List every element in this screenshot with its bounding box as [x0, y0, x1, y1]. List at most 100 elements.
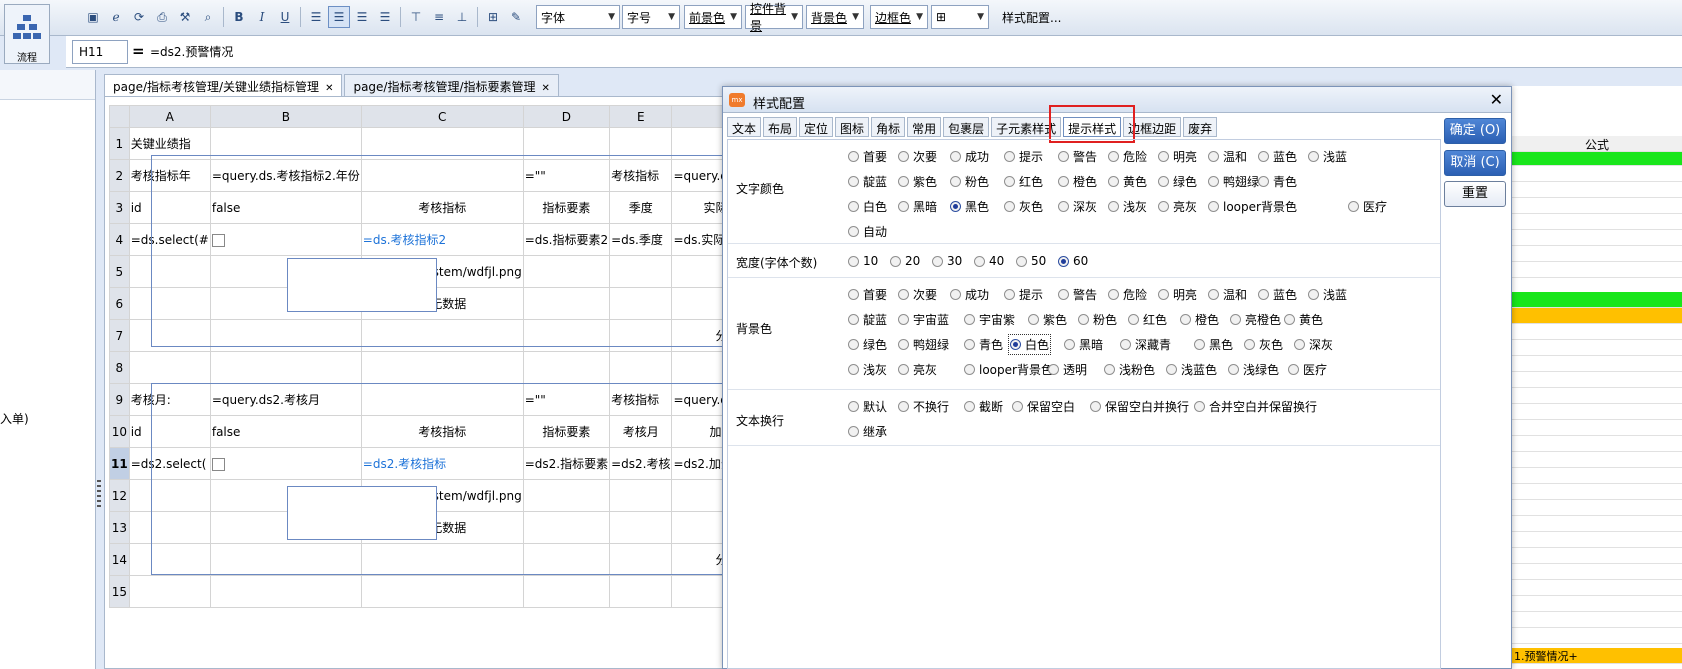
radio-option[interactable]: 白色: [848, 198, 887, 215]
sheet-cell[interactable]: [360, 351, 524, 384]
radio-button[interactable]: [1058, 201, 1069, 212]
radio-option[interactable]: 粉色: [1078, 311, 1117, 328]
radio-option[interactable]: 合并空白并保留换行: [1194, 398, 1317, 415]
radio-option[interactable]: 自动: [848, 223, 887, 240]
radio-option[interactable]: 透明: [1048, 361, 1087, 378]
valign-middle-icon[interactable]: ≡: [428, 6, 450, 28]
radio-option[interactable]: 鸭翅绿: [898, 336, 949, 353]
sheet-cell[interactable]: 考核月:: [128, 383, 211, 416]
radio-button[interactable]: [898, 401, 909, 412]
row-header[interactable]: 7: [109, 319, 130, 352]
radio-option[interactable]: 浅绿色: [1228, 361, 1279, 378]
bold-icon[interactable]: B: [228, 6, 250, 28]
sheet-cell[interactable]: [360, 319, 524, 352]
radio-option[interactable]: 亮橙色: [1230, 311, 1281, 328]
radio-option[interactable]: 靛蓝: [848, 173, 887, 190]
radio-option[interactable]: 浅蓝: [1308, 148, 1347, 165]
sheet-cell[interactable]: id: [128, 191, 211, 224]
radio-option[interactable]: 保留空白: [1012, 398, 1075, 415]
sheet-cell[interactable]: [522, 543, 611, 576]
radio-option[interactable]: 宇宙蓝: [898, 311, 949, 328]
radio-button[interactable]: [898, 201, 909, 212]
radio-button[interactable]: [1108, 201, 1119, 212]
sheet-cell[interactable]: [609, 255, 673, 288]
sheet-cell[interactable]: [209, 575, 362, 608]
row-header[interactable]: 1: [109, 127, 130, 160]
close-icon[interactable]: ✕: [325, 83, 333, 94]
radio-option[interactable]: 黄色: [1284, 311, 1323, 328]
radio-option[interactable]: 成功: [950, 148, 989, 165]
radio-button[interactable]: [1108, 289, 1119, 300]
radio-button[interactable]: [848, 289, 859, 300]
radio-button[interactable]: [898, 176, 909, 187]
radio-option[interactable]: 医疗: [1288, 361, 1327, 378]
radio-button[interactable]: [898, 339, 909, 350]
radio-option[interactable]: 浅粉色: [1104, 361, 1155, 378]
dialog-tab[interactable]: 废弃: [1183, 117, 1218, 137]
radio-button[interactable]: [848, 151, 859, 162]
font-select[interactable]: 字体 ▼: [536, 5, 620, 29]
radio-option[interactable]: 温和: [1208, 286, 1247, 303]
sheet-cell[interactable]: =query.ds.考核指标2.年份: [209, 159, 362, 192]
radio-button[interactable]: [1194, 339, 1205, 350]
radio-button[interactable]: [848, 226, 859, 237]
sheet-cell[interactable]: =ds.季度: [609, 223, 673, 256]
radio-button[interactable]: [848, 364, 859, 375]
radio-button[interactable]: [1258, 289, 1269, 300]
sheet-cell[interactable]: [671, 351, 723, 384]
sheet-cell[interactable]: [360, 543, 524, 576]
sheet-cell[interactable]: [209, 127, 362, 160]
sheet-cell[interactable]: [609, 511, 673, 544]
radio-button[interactable]: [1058, 289, 1069, 300]
sheet-cell[interactable]: [128, 543, 211, 576]
radio-option[interactable]: 蓝色: [1258, 286, 1297, 303]
radio-button[interactable]: [1284, 314, 1295, 325]
radio-button[interactable]: [1348, 201, 1359, 212]
radio-button[interactable]: [1166, 364, 1177, 375]
control-bg-select[interactable]: 控件背景 ▼: [745, 2, 803, 33]
sheet-cell[interactable]: [609, 479, 673, 512]
sheet-cell[interactable]: [360, 127, 524, 160]
radio-option[interactable]: 浅灰: [1108, 198, 1147, 215]
radio-option[interactable]: 截断: [964, 398, 1003, 415]
sheet-cell[interactable]: [209, 447, 362, 480]
radio-button[interactable]: [964, 314, 975, 325]
sheet-cell[interactable]: =ds.实际: [671, 223, 723, 256]
sheet-cell[interactable]: [522, 575, 611, 608]
radio-option[interactable]: 60: [1058, 254, 1088, 268]
sheet-cell[interactable]: [128, 255, 211, 288]
sheet-cell[interactable]: [209, 223, 362, 256]
radio-button[interactable]: [848, 255, 859, 267]
radio-button[interactable]: [1058, 176, 1069, 187]
sheet-cell[interactable]: =ds2.指标要素: [522, 447, 611, 480]
radio-option[interactable]: 黑暗: [1064, 336, 1103, 353]
tab-kpi-management[interactable]: page/指标考核管理/关键业绩指标管理 ✕: [104, 74, 343, 96]
checkbox[interactable]: [211, 233, 225, 247]
radio-button[interactable]: [1158, 201, 1169, 212]
radio-option[interactable]: 成功: [950, 286, 989, 303]
radio-option[interactable]: 浅蓝色: [1166, 361, 1217, 378]
radio-option[interactable]: 30: [932, 254, 962, 268]
foreground-color-select[interactable]: 前景色 ▼: [684, 5, 742, 29]
style-config-link[interactable]: 样式配置...: [1002, 9, 1061, 26]
align-left-icon[interactable]: ☰: [305, 6, 327, 28]
sheet-cell[interactable]: [609, 287, 673, 320]
radio-button[interactable]: [1108, 176, 1119, 187]
radio-option[interactable]: 黑色: [950, 198, 989, 215]
align-center-icon[interactable]: ☰: [328, 6, 350, 28]
radio-button[interactable]: [1090, 401, 1101, 412]
sheet-cell[interactable]: =query.ds2.考核月: [209, 383, 362, 416]
dialog-tab[interactable]: 定位: [799, 117, 834, 137]
close-icon[interactable]: ✕: [542, 83, 550, 94]
ie-icon[interactable]: ℯ: [105, 6, 127, 28]
radio-option[interactable]: 明亮: [1158, 286, 1197, 303]
radio-option[interactable]: 深灰: [1058, 198, 1097, 215]
radio-option[interactable]: looper背景色: [1208, 198, 1297, 215]
border-color-select[interactable]: 边框色 ▼: [870, 5, 928, 29]
sheet-cell[interactable]: 考核指标: [360, 415, 524, 448]
row-header[interactable]: 11: [109, 447, 130, 480]
radio-button[interactable]: [932, 255, 943, 267]
sheet-cell[interactable]: [671, 255, 723, 288]
find-icon[interactable]: ⌕: [197, 6, 219, 28]
sheet-cell[interactable]: [128, 351, 211, 384]
